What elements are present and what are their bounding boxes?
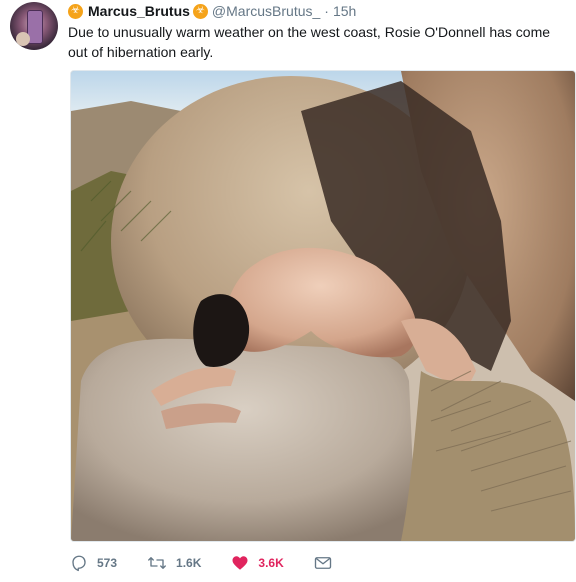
- separator-dot: ·: [324, 3, 329, 19]
- heart-icon: [232, 556, 248, 570]
- retweet-count: 1.6K: [176, 556, 202, 570]
- direct-message-button[interactable]: [314, 555, 341, 571]
- retweet-button[interactable]: 1.6K: [147, 554, 201, 572]
- desert-rocks-photo: [71, 71, 575, 541]
- reply-icon: [72, 555, 86, 572]
- tweet-timestamp[interactable]: 15h: [333, 3, 356, 19]
- retweet-icon: [148, 557, 166, 569]
- biohazard-icon: ☣: [68, 3, 83, 19]
- tweet-text: Due to unusually warm weather on the wes…: [68, 24, 551, 60]
- tweet-actions: 573 1.6K 3.6K: [70, 552, 371, 574]
- tweet: ☣ Marcus_Brutus ☣ @MarcusBrutus_ · 15h D…: [0, 0, 576, 582]
- like-count: 3.6K: [258, 556, 284, 570]
- avatar-face-shape: [16, 32, 30, 46]
- avatar[interactable]: [10, 2, 58, 50]
- envelope-icon: [314, 557, 331, 569]
- reply-button[interactable]: 573: [70, 554, 117, 572]
- reply-count: 573: [97, 556, 118, 570]
- biohazard-icon: ☣: [192, 3, 208, 19]
- like-button[interactable]: 3.6K: [231, 554, 284, 572]
- tweet-photo[interactable]: [70, 70, 576, 542]
- tweet-header: ☣ Marcus_Brutus ☣ @MarcusBrutus_ · 15h: [68, 2, 356, 20]
- user-handle[interactable]: @MarcusBrutus_: [212, 3, 320, 19]
- display-name[interactable]: Marcus_Brutus: [88, 3, 190, 19]
